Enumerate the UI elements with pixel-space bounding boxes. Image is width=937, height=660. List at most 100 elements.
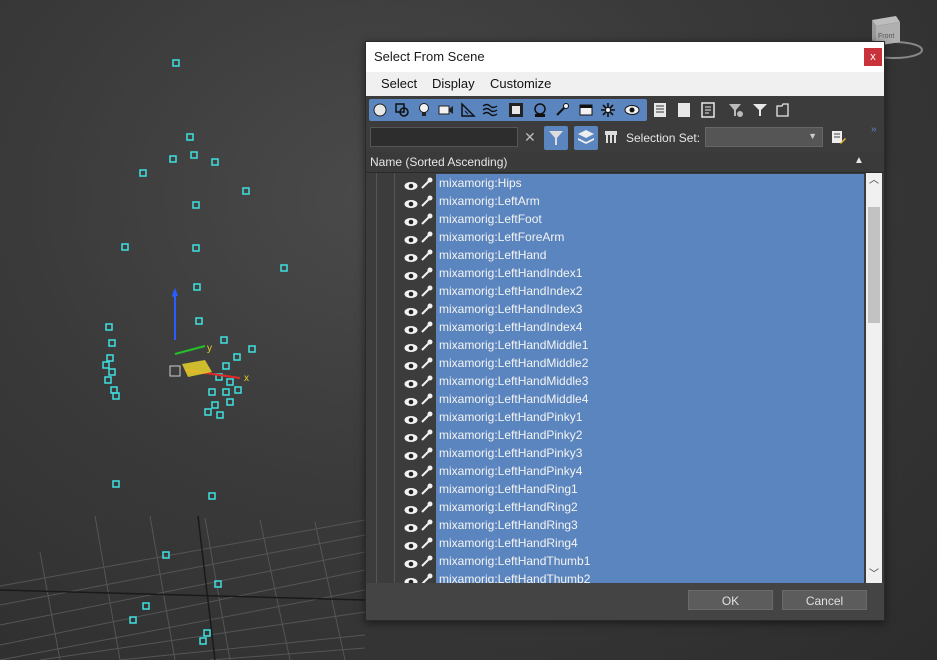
geometry-filter-icon[interactable] <box>372 102 388 118</box>
bones-filter-icon[interactable] <box>554 102 570 118</box>
bone-marker[interactable] <box>172 59 180 67</box>
selection-set-dropdown[interactable]: ▼ <box>705 127 823 147</box>
transform-gizmo[interactable]: z y x <box>169 288 249 384</box>
menu-customize[interactable]: Customize <box>490 76 551 91</box>
display-all-icon[interactable] <box>652 102 668 118</box>
bone-marker[interactable] <box>169 155 177 163</box>
bone-marker[interactable] <box>142 602 150 610</box>
scroll-thumb[interactable] <box>868 207 880 323</box>
groups-filter-icon[interactable] <box>508 102 524 118</box>
list-item[interactable]: mixamorig:LeftHandMiddle4 <box>366 390 866 408</box>
bone-marker[interactable] <box>192 244 200 252</box>
bone-marker[interactable] <box>112 392 120 400</box>
cancel-button[interactable]: Cancel <box>782 590 867 610</box>
list-item[interactable]: mixamorig:LeftForeArm <box>366 228 866 246</box>
bone-marker[interactable] <box>108 339 116 347</box>
list-item[interactable]: mixamorig:LeftHandPinky3 <box>366 444 866 462</box>
bone-marker[interactable] <box>234 386 242 394</box>
bone-marker[interactable] <box>208 388 216 396</box>
list-item[interactable]: mixamorig:LeftHandRing1 <box>366 480 866 498</box>
list-item[interactable]: mixamorig:LeftHandThumb1 <box>366 552 866 570</box>
scroll-down-icon[interactable]: ﹀ <box>866 567 882 583</box>
ok-button[interactable]: OK <box>688 590 773 610</box>
menu-display[interactable]: Display <box>432 76 475 91</box>
bone-marker[interactable] <box>110 386 118 394</box>
list-item[interactable]: mixamorig:LeftHandIndex3 <box>366 300 866 318</box>
bone-marker[interactable] <box>226 378 234 386</box>
list-item[interactable]: mixamorig:LeftHandPinky4 <box>366 462 866 480</box>
helpers-filter-icon[interactable] <box>460 102 476 118</box>
display-layers-toggle[interactable] <box>574 126 598 150</box>
list-item[interactable]: mixamorig:LeftHandRing3 <box>366 516 866 534</box>
bone-marker[interactable] <box>105 323 113 331</box>
invert-display-icon[interactable] <box>700 102 716 118</box>
list-item[interactable]: mixamorig:LeftHandIndex1 <box>366 264 866 282</box>
bone-marker[interactable] <box>139 169 147 177</box>
list-item[interactable]: mixamorig:LeftHandRing2 <box>366 498 866 516</box>
bone-marker[interactable] <box>112 480 120 488</box>
containers-filter-icon[interactable] <box>578 102 594 118</box>
filter-funnel-icon[interactable] <box>752 102 768 118</box>
list-item[interactable]: mixamorig:LeftHandPinky1 <box>366 408 866 426</box>
list-item[interactable]: mixamorig:LeftHandRing4 <box>366 534 866 552</box>
bone-marker[interactable] <box>104 376 112 384</box>
bone-marker[interactable] <box>211 401 219 409</box>
expand-toolbar-icon[interactable]: » <box>871 124 877 135</box>
cameras-filter-icon[interactable] <box>438 102 454 118</box>
select-dependents-toggle[interactable] <box>544 126 568 150</box>
list-item[interactable]: mixamorig:LeftHandIndex4 <box>366 318 866 336</box>
hierarchy-icon[interactable] <box>602 129 620 152</box>
space-warps-filter-icon[interactable] <box>482 102 498 118</box>
scene-object-list[interactable]: mixamorig:Hips mixamorig:LeftArm mixamorig… <box>366 173 884 583</box>
bone-marker[interactable] <box>220 336 228 344</box>
folder-icon[interactable] <box>776 102 792 118</box>
list-item[interactable]: mixamorig:LeftHandThumb2 <box>366 570 866 583</box>
bone-marker[interactable] <box>162 551 170 559</box>
bone-marker[interactable] <box>102 361 110 369</box>
frozen-filter-icon[interactable] <box>600 102 616 118</box>
menu-select[interactable]: Select <box>381 76 417 91</box>
visibility-eye-icon[interactable] <box>404 574 418 583</box>
clear-search-icon[interactable]: ✕ <box>524 129 536 146</box>
list-item[interactable]: mixamorig:LeftHandPinky2 <box>366 426 866 444</box>
scroll-up-icon[interactable]: ︿ <box>866 173 882 189</box>
display-none-icon[interactable] <box>676 102 692 118</box>
shapes-filter-icon[interactable] <box>394 102 410 118</box>
xrefs-filter-icon[interactable] <box>532 102 548 118</box>
list-item[interactable]: mixamorig:LeftHandMiddle3 <box>366 372 866 390</box>
list-item[interactable]: mixamorig:LeftHand <box>366 246 866 264</box>
bone-marker[interactable] <box>222 388 230 396</box>
bone-marker[interactable] <box>222 362 230 370</box>
bone-marker[interactable] <box>199 637 207 645</box>
bone-marker[interactable] <box>280 264 288 272</box>
bone-marker[interactable] <box>193 283 201 291</box>
bone-marker[interactable] <box>248 345 256 353</box>
bone-marker[interactable] <box>121 243 129 251</box>
list-item[interactable]: mixamorig:LeftHandMiddle2 <box>366 354 866 372</box>
bone-marker[interactable] <box>204 408 212 416</box>
bone-marker[interactable] <box>195 317 203 325</box>
list-item[interactable]: mixamorig:LeftFoot <box>366 210 866 228</box>
bone-marker[interactable] <box>226 398 234 406</box>
bone-marker[interactable] <box>106 354 114 362</box>
list-item[interactable]: mixamorig:LeftHandMiddle1 <box>366 336 866 354</box>
lights-filter-icon[interactable] <box>416 102 432 118</box>
edit-selection-set-icon[interactable] <box>830 129 846 150</box>
close-button[interactable]: x <box>864 48 882 66</box>
bone-marker[interactable] <box>216 411 224 419</box>
name-column-header[interactable]: Name (Sorted Ascending) ▲ <box>366 152 884 173</box>
bone-marker[interactable] <box>233 353 241 361</box>
bone-marker[interactable] <box>208 492 216 500</box>
bone-marker[interactable] <box>108 368 116 376</box>
hidden-filter-icon[interactable] <box>624 102 640 118</box>
bone-marker[interactable] <box>192 201 200 209</box>
bone-marker[interactable] <box>242 187 250 195</box>
bone-marker[interactable] <box>211 158 219 166</box>
list-item[interactable]: mixamorig:LeftArm <box>366 192 866 210</box>
bone-marker[interactable] <box>186 133 194 141</box>
vertical-scrollbar[interactable]: ︿ ﹀ <box>866 173 882 583</box>
dialog-titlebar[interactable]: Select From Scene x <box>366 42 884 72</box>
list-item[interactable]: mixamorig:LeftHandIndex2 <box>366 282 866 300</box>
list-item[interactable]: mixamorig:Hips <box>366 174 866 192</box>
filter-funnel-settings-icon[interactable] <box>728 102 744 118</box>
